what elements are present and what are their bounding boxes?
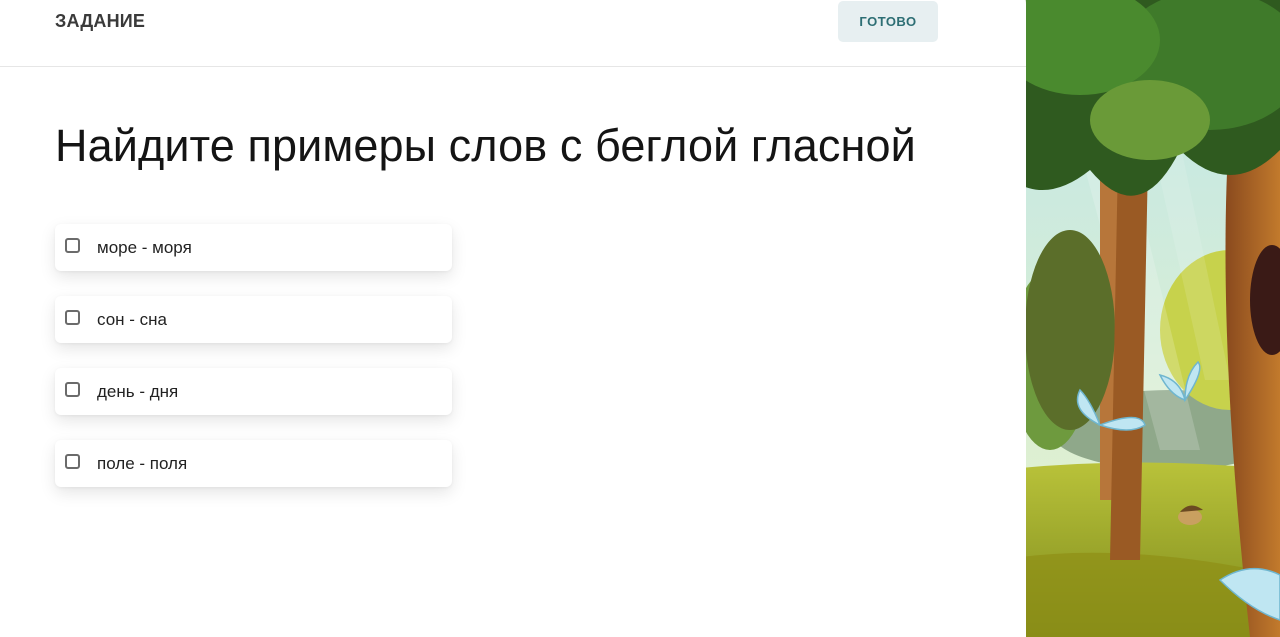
- option-item[interactable]: день - дня: [55, 368, 452, 415]
- option-label: день - дня: [97, 382, 179, 401]
- answer-options: море - моря сон - сна день - дня поле - …: [55, 224, 452, 512]
- task-screen: ЗАДАНИЕ ГОТОВО Найдите примеры слов с бе…: [0, 0, 1280, 637]
- task-header: ЗАДАНИЕ ГОТОВО: [0, 0, 1026, 67]
- question-text: Найдите примеры слов с беглой гласной: [55, 120, 916, 171]
- checkbox[interactable]: [65, 382, 80, 397]
- option-item[interactable]: сон - сна: [55, 296, 452, 343]
- header-title: ЗАДАНИЕ: [55, 11, 146, 31]
- checkbox[interactable]: [65, 310, 80, 325]
- option-item[interactable]: поле - поля: [55, 440, 452, 487]
- done-button[interactable]: ГОТОВО: [838, 1, 938, 42]
- option-label: сон - сна: [97, 310, 167, 329]
- task-panel: ЗАДАНИЕ ГОТОВО Найдите примеры слов с бе…: [0, 0, 1026, 637]
- option-label: поле - поля: [97, 454, 188, 473]
- checkbox[interactable]: [65, 454, 80, 469]
- option-label: море - моря: [97, 238, 192, 257]
- option-item[interactable]: море - моря: [55, 224, 452, 271]
- checkbox[interactable]: [65, 238, 80, 253]
